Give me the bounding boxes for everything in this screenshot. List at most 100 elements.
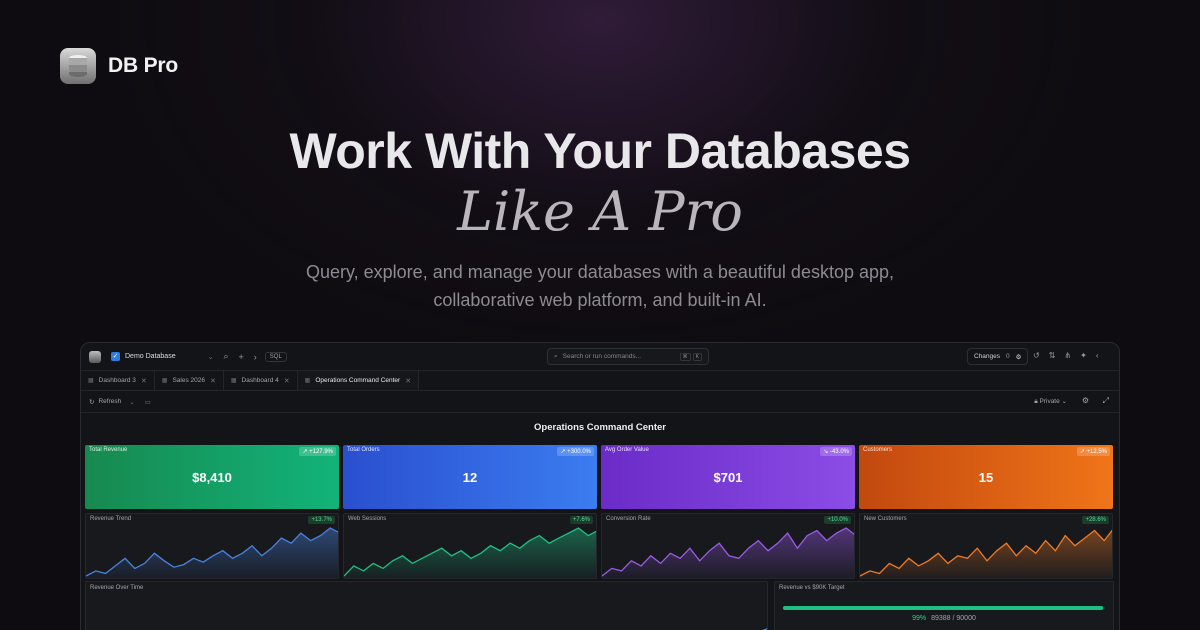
sparkline-chart [860,529,1112,578]
database-name: Demo Database [125,353,176,360]
close-icon[interactable]: ✕ [405,377,411,385]
card-label: Revenue vs $90K Target [779,585,845,591]
command-search-input[interactable]: ⌕ Search or run commands... ⌘ K [547,348,709,365]
bottom-row: Revenue Over Time Revenue vs $90K Target… [85,581,1115,630]
calendar-icon[interactable]: ▭ [145,398,151,406]
kpi-change-badge: ↗ +127.9% [299,447,336,456]
lock-icon: 🔒︎ [1034,398,1038,405]
hero-description-line: Query, explore, and manage your database… [305,262,895,282]
kpi-label: Customers [863,447,893,453]
sparkline-card-web-sessions[interactable]: Web Sessions +7.6% [343,513,597,579]
kpi-value: 15 [978,470,994,485]
kpi-card-total-orders[interactable]: Total Orders ↗ +300.0% 12 [343,445,597,509]
grid-icon: ▦ [230,378,237,384]
sparkline-card-new-customers[interactable]: New Customers +28.6% [859,513,1113,579]
chevron-down-icon: ⌄ [1061,398,1067,405]
kpi-value: $701 [713,470,743,485]
tab-operations-command-center[interactable]: ▦ Operations Command Center ✕ [297,371,420,390]
chevron-left-icon[interactable]: ‹ [1096,351,1099,360]
tab-label: Sales 2026 [172,377,205,384]
kbd-key: K [692,352,702,361]
hero-description: Query, explore, and manage your database… [0,258,1200,314]
search-icon[interactable]: ⌕ [223,351,228,362]
kpi-label: Avg Order Value [605,447,649,453]
app-logo-icon [89,350,101,363]
changes-button[interactable]: Changes 0 ⚙ [967,348,1029,365]
shortcut-hint: ⌘ K [679,352,702,361]
app-window: ✓ Demo Database ⌄ ⌕ + › SQL ⌕ Search or … [80,342,1120,630]
revenue-over-time-card[interactable]: Revenue Over Time [85,581,768,630]
sparkline-chart [86,527,338,578]
kbd-key: ⌘ [679,352,691,361]
sparkline-area [344,528,596,578]
sparkle-icon[interactable]: ✦ [1080,351,1087,360]
dashboard-title: Operations Command Center [534,422,666,433]
sparkline-label: Conversion Rate [606,516,651,522]
sparkline-change-badge: +13.7% [308,516,335,524]
sparkline-change-badge: +10.0% [824,516,851,524]
grid-icon: ▦ [304,378,311,384]
tab-sales-2026[interactable]: ▦ Sales 2026 ✕ [155,371,224,390]
kpi-label: Total Orders [347,447,380,453]
progress-values: 89388 / 90000 [931,615,976,622]
card-label: Revenue Over Time [90,585,144,591]
tab-label: Dashboard 4 [241,377,279,384]
tab-dashboard-4[interactable]: ▦ Dashboard 4 ✕ [224,371,298,390]
sparkline-card-revenue-trend[interactable]: Revenue Trend +13.7% [85,513,339,579]
sort-icon[interactable]: ⇅ [1049,351,1056,360]
tab-bar: ▦ Dashboard 3 ✕ ▦ Sales 2026 ✕ ▦ Dashboa… [81,371,1119,391]
kpi-value: $8,410 [192,470,232,485]
kpi-card-avg-order-value[interactable]: Avg Order Value ↘ -43.0% $701 [601,445,855,509]
revenue-over-time-chart [762,628,767,630]
kpi-change-badge: ↘ -43.0% [820,447,852,456]
topbar-actions: ↺ ⇅ ⋔ ✦ ‹ [1033,351,1098,360]
kpi-row: Total Revenue ↗ +127.9% $8,410 Total Ord… [85,445,1115,509]
progress-percent: 99% [912,615,927,622]
sparkline-label: New Customers [864,516,907,522]
progress-readout: 99% 89388 / 90000 [775,615,1113,622]
kpi-change-badge: ↗ +12.5% [1076,447,1110,456]
kpi-card-total-revenue[interactable]: Total Revenue ↗ +127.9% $8,410 [85,445,339,509]
grid-icon: ▦ [161,378,168,384]
hero-subtitle: Like A Pro [457,180,743,243]
chevron-down-icon[interactable]: ⌄ [129,398,134,406]
settings-icon[interactable]: ⚙ [1082,396,1089,405]
hero-description-line: collaborative web platform, and built-in… [433,290,767,310]
database-logo-icon [60,48,96,84]
changes-label: Changes [974,353,1001,360]
brand: DB Pro [60,48,178,84]
sparkline-chart [344,527,596,578]
history-icon[interactable]: ↺ [1033,351,1040,360]
kpi-value: 12 [462,470,478,485]
database-selector[interactable]: ✓ Demo Database [111,352,176,361]
checkmark-icon: ✓ [111,352,120,361]
plus-icon[interactable]: + [239,352,244,362]
gear-icon: ⚙ [1015,353,1022,361]
sparkline-area [860,530,1112,578]
visibility-selector[interactable]: 🔒︎ Private ⌄ [1034,397,1067,406]
kpi-card-customers[interactable]: Customers ↗ +12.5% 15 [859,445,1113,509]
share-icon[interactable]: ⋔ [1064,351,1071,360]
close-icon[interactable]: ✕ [210,377,216,385]
search-placeholder: Search or run commands... [562,353,642,360]
sql-button[interactable]: SQL [264,351,287,362]
sparkline-label: Revenue Trend [90,516,132,522]
chevron-down-icon[interactable]: ⌄ [208,353,214,361]
expand-icon[interactable]: ⤢ [1103,396,1109,406]
sparkline-card-conversion-rate[interactable]: Conversion Rate +10.0% [601,513,855,579]
dashboard-toolbar: ↻ Refresh ⌄ ▭ 🔒︎ Private ⌄ ⚙ ⤢ [81,391,1119,413]
sparkline-change-badge: +7.6% [569,516,593,524]
sparkline-area [602,528,854,578]
tab-dashboard-3[interactable]: ▦ Dashboard 3 ✕ [81,371,155,390]
sparkline-label: Web Sessions [348,516,387,522]
changes-count: 0 [1006,353,1010,360]
grid-icon: ▦ [88,378,94,384]
revenue-target-card[interactable]: Revenue vs $90K Target 99% 89388 / 90000 [774,581,1114,630]
close-icon[interactable]: ✕ [141,377,147,385]
visibility-label: Private [1039,398,1060,405]
close-icon[interactable]: ✕ [284,377,290,385]
progress-bar [783,606,1105,610]
brand-name: DB Pro [108,54,178,77]
refresh-button[interactable]: ↻ Refresh [89,398,121,406]
chevron-right-icon[interactable]: › [254,352,257,362]
